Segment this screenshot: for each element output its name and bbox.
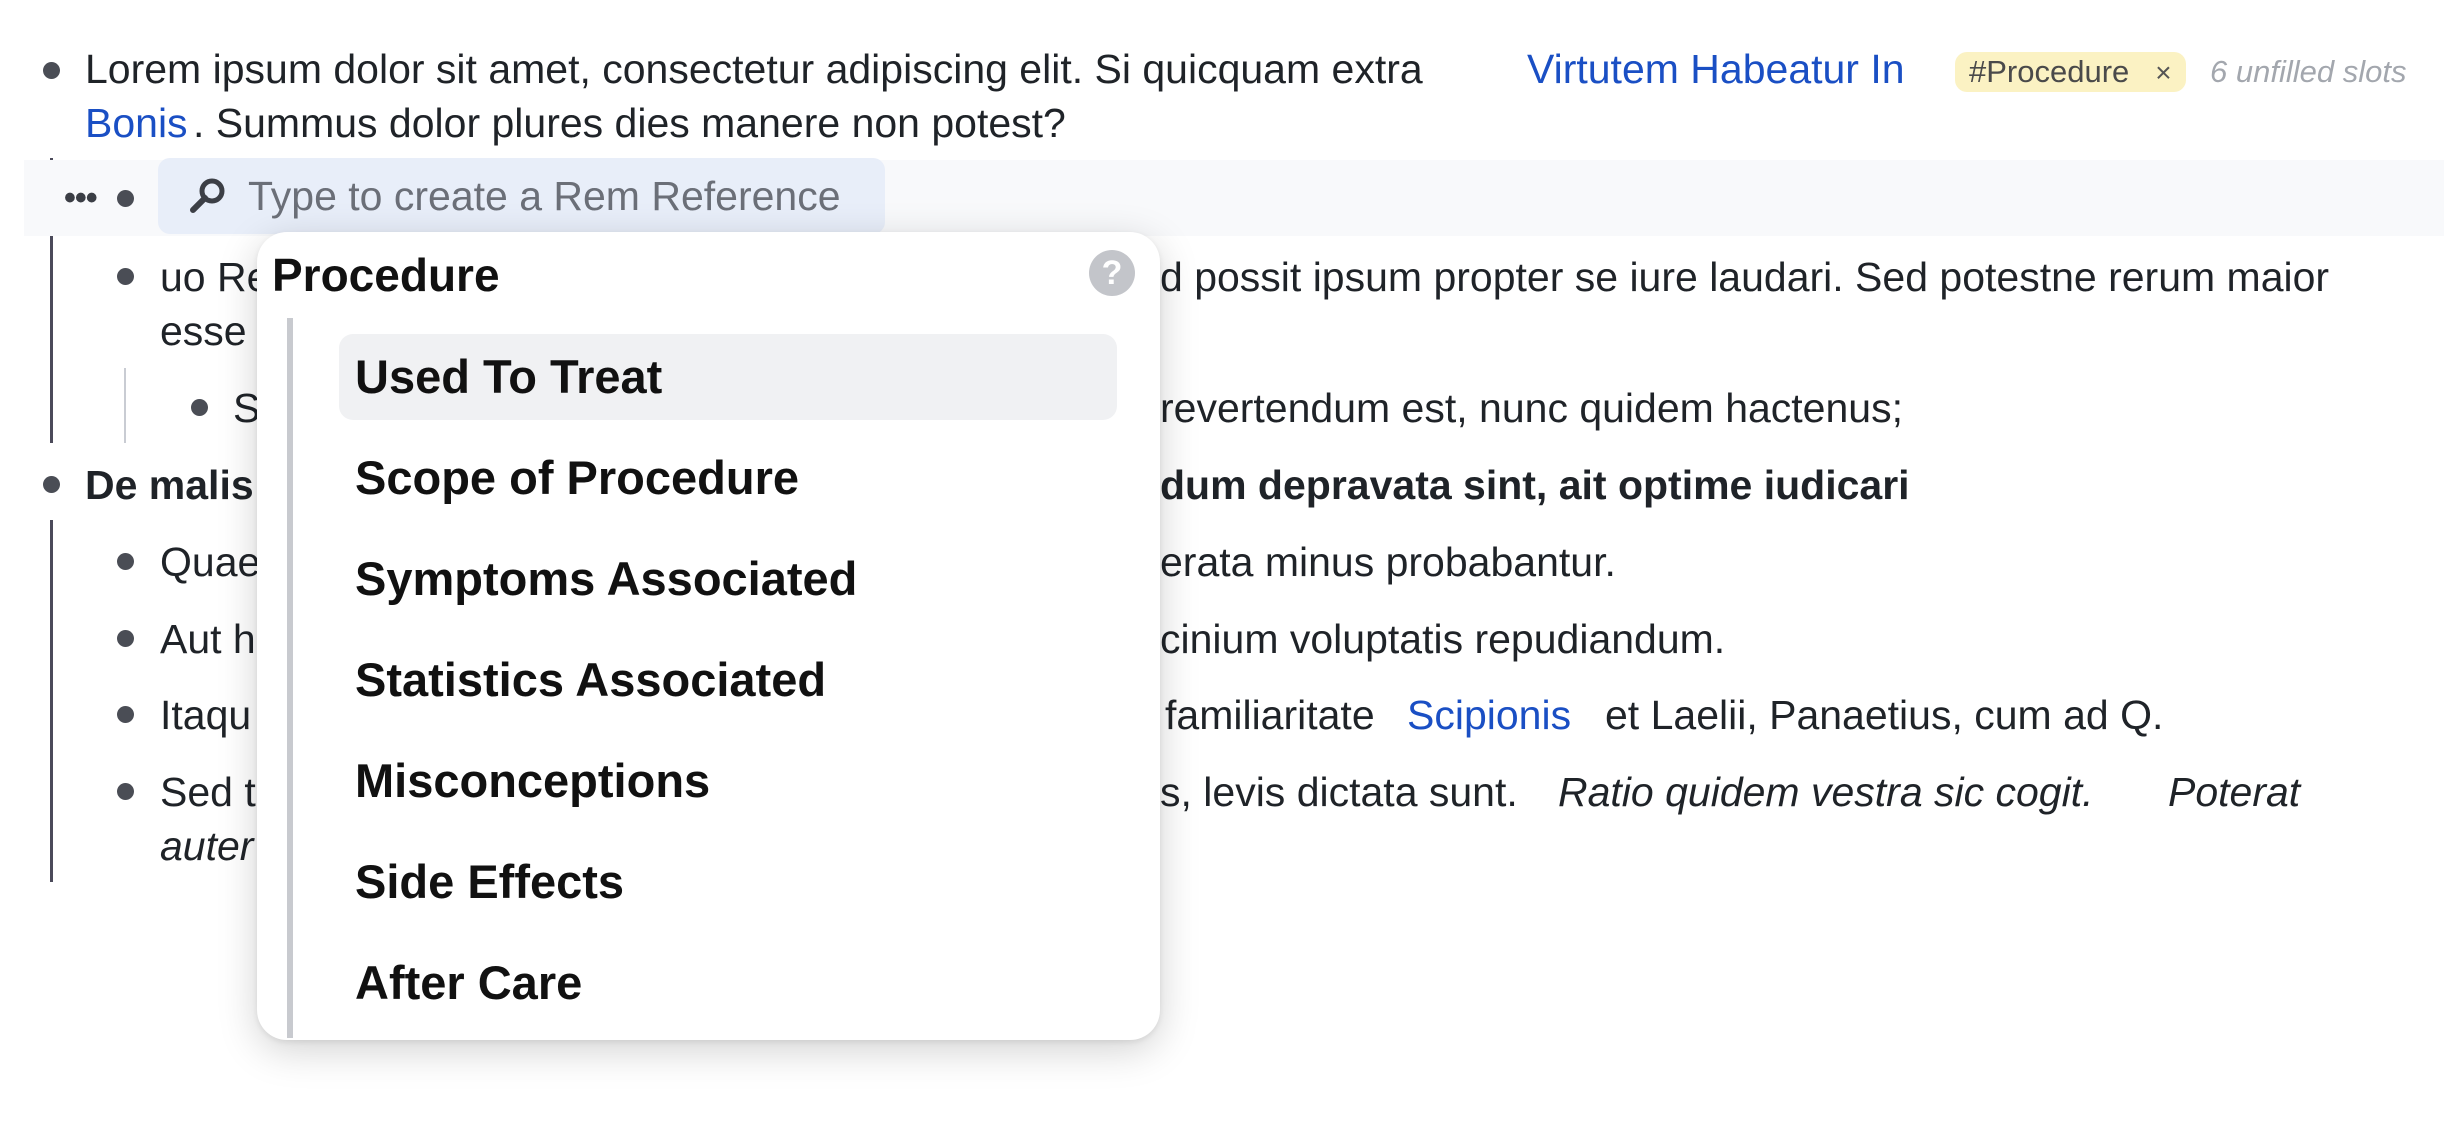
- rem-text-italic[interactable]: auter: [160, 819, 253, 873]
- popup-item-used-to-treat[interactable]: Used To Treat: [339, 334, 1117, 420]
- bullet[interactable]: [117, 630, 134, 647]
- popup-item-misconceptions[interactable]: Misconceptions: [339, 738, 1117, 824]
- bullet[interactable]: [117, 553, 134, 570]
- rem-text-italic[interactable]: Ratio quidem vestra sic cogit.: [1558, 765, 2094, 819]
- popup-item-scope-of-procedure[interactable]: Scope of Procedure: [339, 435, 1117, 521]
- bullet[interactable]: [43, 476, 60, 493]
- unfilled-slots-label[interactable]: 6 unfilled slots: [2210, 52, 2406, 92]
- popup-title: Procedure: [272, 249, 500, 301]
- popup-item-side-effects[interactable]: Side Effects: [339, 839, 1117, 925]
- rem-text[interactable]: uo Re: [160, 250, 269, 304]
- bullet[interactable]: [117, 268, 134, 285]
- popup-item-statistics-associated[interactable]: Statistics Associated: [339, 637, 1117, 723]
- rem-text[interactable]: Lorem ipsum dolor sit amet, consectetur …: [85, 42, 1423, 96]
- rem-text-italic[interactable]: Poterat: [2168, 765, 2300, 819]
- bullet[interactable]: [43, 62, 60, 79]
- rem-text[interactable]: Itaqu: [160, 688, 251, 742]
- bullet[interactable]: [191, 399, 208, 416]
- popup-item-after-care[interactable]: After Care: [339, 940, 1117, 1026]
- search-input[interactable]: Type to create a Rem Reference: [248, 168, 841, 224]
- more-options-icon[interactable]: •••: [64, 178, 98, 218]
- rem-reference-link[interactable]: Scipionis: [1407, 688, 1571, 742]
- help-icon[interactable]: ?: [1089, 250, 1135, 296]
- rem-text[interactable]: Sed t: [160, 765, 256, 819]
- rem-reference-link[interactable]: Bonis: [85, 96, 188, 150]
- popup-indent-bar: [287, 318, 293, 1038]
- bullet[interactable]: [117, 706, 134, 723]
- indent-guide: [124, 368, 126, 443]
- rem-reference-search[interactable]: Type to create a Rem Reference: [158, 158, 885, 234]
- search-icon: [190, 178, 225, 213]
- rem-reference-link[interactable]: Virtutem Habeatur In: [1527, 42, 1905, 96]
- indent-guide: [50, 520, 53, 882]
- rem-text[interactable]: s, levis dictata sunt.: [1160, 765, 1518, 819]
- rem-text[interactable]: Quae: [160, 535, 260, 589]
- bullet[interactable]: [117, 783, 134, 800]
- rem-text[interactable]: et Laelii, Panaetius, cum ad Q.: [1605, 688, 2163, 742]
- rem-text[interactable]: esse: [160, 304, 247, 358]
- rem-text[interactable]: cinium voluptatis repudiandum.: [1160, 612, 1725, 666]
- tag-close-icon[interactable]: ×: [2155, 57, 2171, 88]
- rem-text: . Summus dolor plures dies manere non po…: [193, 100, 1066, 146]
- rem-text[interactable]: d possit ipsum propter se iure laudari. …: [1160, 250, 2329, 304]
- tag-procedure[interactable]: #Procedure ×: [1955, 52, 2186, 92]
- rem-text[interactable]: familiaritate: [1165, 688, 1375, 742]
- bullet[interactable]: [117, 190, 134, 207]
- popup-item-symptoms-associated[interactable]: Symptoms Associated: [339, 536, 1117, 622]
- rem-heading[interactable]: De malis: [85, 458, 254, 512]
- property-selector-popup: Procedure ? Used To Treat Scope of Proce…: [257, 232, 1160, 1040]
- rem-text[interactable]: erata minus probabantur.: [1160, 535, 1616, 589]
- rem-text[interactable]: Aut h: [160, 612, 256, 666]
- tag-label: #Procedure: [1969, 54, 2130, 89]
- rem-heading[interactable]: dum depravata sint, ait optime iudicari: [1160, 458, 1910, 512]
- rem-text[interactable]: revertendum est, nunc quidem hactenus;: [1160, 381, 1903, 435]
